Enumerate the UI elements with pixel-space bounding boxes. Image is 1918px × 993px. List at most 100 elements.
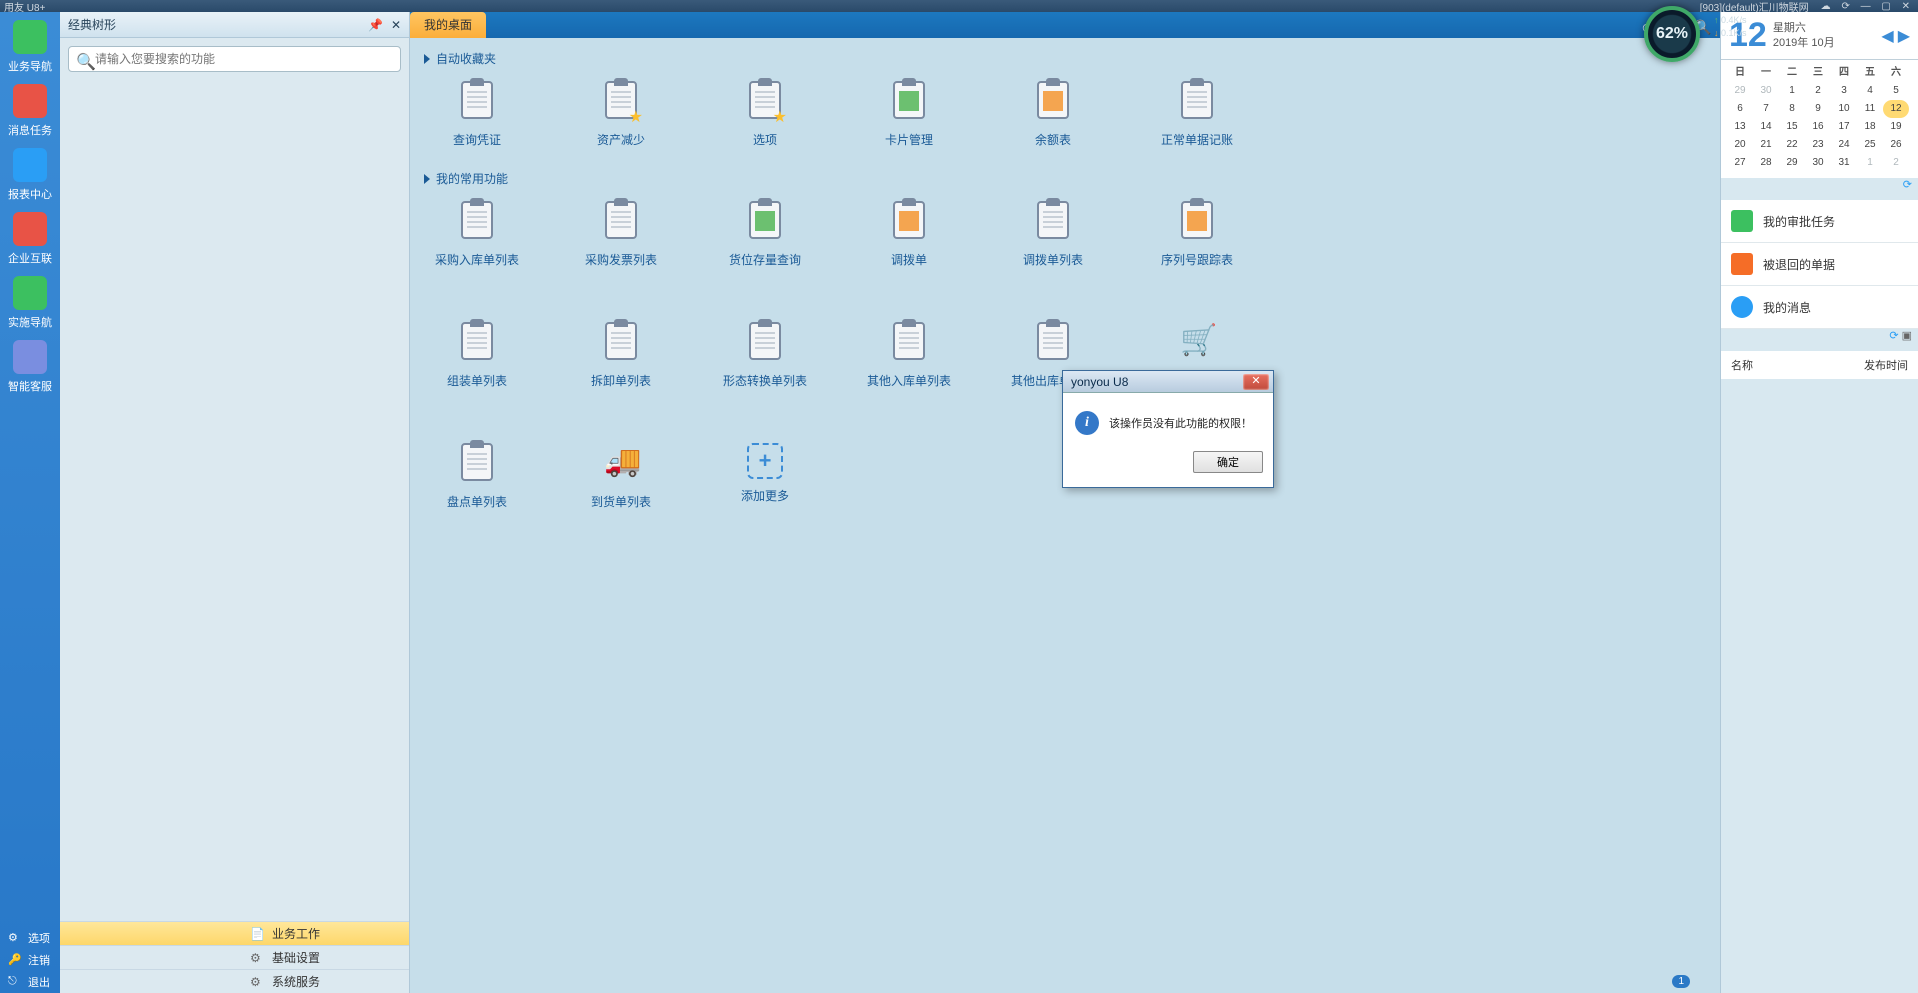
rail-报表中心[interactable]: 报表中心 [5,148,55,202]
cal-head-cell: 五 [1857,64,1883,82]
rail-智能客服[interactable]: 智能客服 [5,340,55,394]
tile-label: 卡片管理 [864,131,954,148]
tile-查询凭证[interactable]: 查询凭证 [432,81,522,148]
sidebar-footer-系统服务[interactable]: ⚙ 系统服务 [60,969,409,993]
task-icon [1731,210,1753,232]
tile-icon [603,322,639,364]
task-label: 我的审批任务 [1763,213,1835,230]
rail-消息任务[interactable]: 消息任务 [5,84,55,138]
cal-day[interactable]: 23 [1805,136,1831,154]
tile-序列号跟踪表[interactable]: 序列号跟踪表 [1152,201,1242,268]
rail-实施导航[interactable]: 实施导航 [5,276,55,330]
dialog-close-button[interactable]: ✕ [1243,374,1269,390]
tile-正常单据记账[interactable]: 正常单据记账 [1152,81,1242,148]
search-input[interactable] [68,46,401,72]
rail-bottom-选项[interactable]: ⚙ 选项 [0,927,60,949]
add-more-tile[interactable]: +添加更多 [720,443,810,510]
tile-label: 其他入库单列表 [864,372,954,389]
tile-组装单列表[interactable]: 组装单列表 [432,322,522,389]
rail-企业互联[interactable]: 企业互联 [5,212,55,266]
cal-day[interactable]: 16 [1805,118,1831,136]
rail-bottom-退出[interactable]: ⎋ 退出 [0,971,60,993]
tile-label: 查询凭证 [432,131,522,148]
sidebar-title: 经典树形 [68,16,116,33]
rail-业务导航[interactable]: 业务导航 [5,20,55,74]
tile-卡片管理[interactable]: 卡片管理 [864,81,954,148]
tile-label: 盘点单列表 [432,493,522,510]
cal-day[interactable]: 17 [1831,118,1857,136]
cal-day[interactable]: 3 [1831,82,1857,100]
cal-day[interactable]: 1 [1857,154,1883,172]
cal-day[interactable]: 11 [1857,100,1883,118]
close-sidebar-icon[interactable]: ✕ [391,18,401,32]
tile-形态转换单列表[interactable]: 形态转换单列表 [720,322,810,389]
rail-icon [13,340,47,374]
cal-day[interactable]: 26 [1883,136,1909,154]
expand-icon[interactable]: ▣ [1902,330,1912,342]
refresh-icon[interactable]: ⟳ [1889,330,1898,342]
cal-day[interactable]: 18 [1857,118,1883,136]
rail-bottom-icon: ⎋ [8,975,22,989]
sidebar-footer-业务工作[interactable]: 📄 业务工作 [60,921,409,945]
tile-采购发票列表[interactable]: 采购发票列表 [576,201,666,268]
cal-day[interactable]: 2 [1805,82,1831,100]
task-我的消息[interactable]: 我的消息 [1721,286,1918,329]
cal-day[interactable]: 25 [1857,136,1883,154]
task-我的审批任务[interactable]: 我的审批任务 [1721,200,1918,243]
tile-调拨单列表[interactable]: 调拨单列表 [1008,201,1098,268]
net-down: 0.1K/s [1721,28,1747,38]
tile-调拨单[interactable]: 调拨单 [864,201,954,268]
tile-拆卸单列表[interactable]: 拆卸单列表 [576,322,666,389]
cal-day[interactable]: 4 [1857,82,1883,100]
cal-day[interactable]: 9 [1805,100,1831,118]
sidebar-footer-基础设置[interactable]: ⚙ 基础设置 [60,945,409,969]
cal-day[interactable]: 30 [1805,154,1831,172]
cal-day[interactable]: 24 [1831,136,1857,154]
dialog-ok-button[interactable]: 确定 [1193,451,1263,473]
tile-icon [1179,201,1215,243]
tile-盘点单列表[interactable]: 盘点单列表 [432,443,522,510]
cal-day[interactable]: 27 [1727,154,1753,172]
cal-day[interactable]: 15 [1779,118,1805,136]
cal-day[interactable]: 5 [1883,82,1909,100]
cal-day[interactable]: 1 [1779,82,1805,100]
cal-day[interactable]: 10 [1831,100,1857,118]
cal-day[interactable]: 29 [1779,154,1805,172]
tile-选项[interactable]: ★选项 [720,81,810,148]
cal-day[interactable]: 29 [1727,82,1753,100]
rail-bottom-注销[interactable]: 🔑 注销 [0,949,60,971]
section-my-func[interactable]: 我的常用功能 [424,170,1706,187]
perf-gauge[interactable]: 62% ↑ 0.4K/s ↓ 0.1K/s [1644,6,1700,62]
cal-next-icon[interactable]: ▶ [1898,26,1910,46]
tab-my-desktop[interactable]: 我的桌面 [410,12,486,38]
cal-day[interactable]: 28 [1753,154,1779,172]
tile-其他入库单列表[interactable]: 其他入库单列表 [864,322,954,389]
tile-余额表[interactable]: 余额表 [1008,81,1098,148]
tile-货位存量查询[interactable]: 货位存量查询 [720,201,810,268]
tile-到货单列表[interactable]: 🚚到货单列表 [576,443,666,510]
cal-day[interactable]: 30 [1753,82,1779,100]
refresh-icon[interactable]: ⟳ [1903,179,1912,191]
cal-day[interactable]: 12 [1883,100,1909,118]
cal-day[interactable]: 20 [1727,136,1753,154]
tile-icon: 🛒 [1179,322,1215,364]
cal-day[interactable]: 8 [1779,100,1805,118]
rail-bottom-label: 注销 [28,952,50,968]
cal-day[interactable]: 21 [1753,136,1779,154]
cal-day[interactable]: 19 [1883,118,1909,136]
cal-day[interactable]: 13 [1727,118,1753,136]
sf-icon: ⚙ [250,951,264,965]
section-auto-fav[interactable]: 自动收藏夹 [424,50,1706,67]
tile-资产减少[interactable]: ★资产减少 [576,81,666,148]
cal-day[interactable]: 6 [1727,100,1753,118]
cal-day[interactable]: 14 [1753,118,1779,136]
cal-day[interactable]: 31 [1831,154,1857,172]
tile-采购入库单列表[interactable]: 采购入库单列表 [432,201,522,268]
cal-day[interactable]: 2 [1883,154,1909,172]
cal-day[interactable]: 22 [1779,136,1805,154]
pin-icon[interactable]: 📌 [368,18,383,32]
tab-strip: 我的桌面 ☺ ? 🔍 62% ↑ 0.4K/s ↓ 0.1K/s [410,12,1720,38]
task-被退回的单据[interactable]: 被退回的单据 [1721,243,1918,286]
cal-day[interactable]: 7 [1753,100,1779,118]
cal-prev-icon[interactable]: ◀ [1881,26,1893,46]
